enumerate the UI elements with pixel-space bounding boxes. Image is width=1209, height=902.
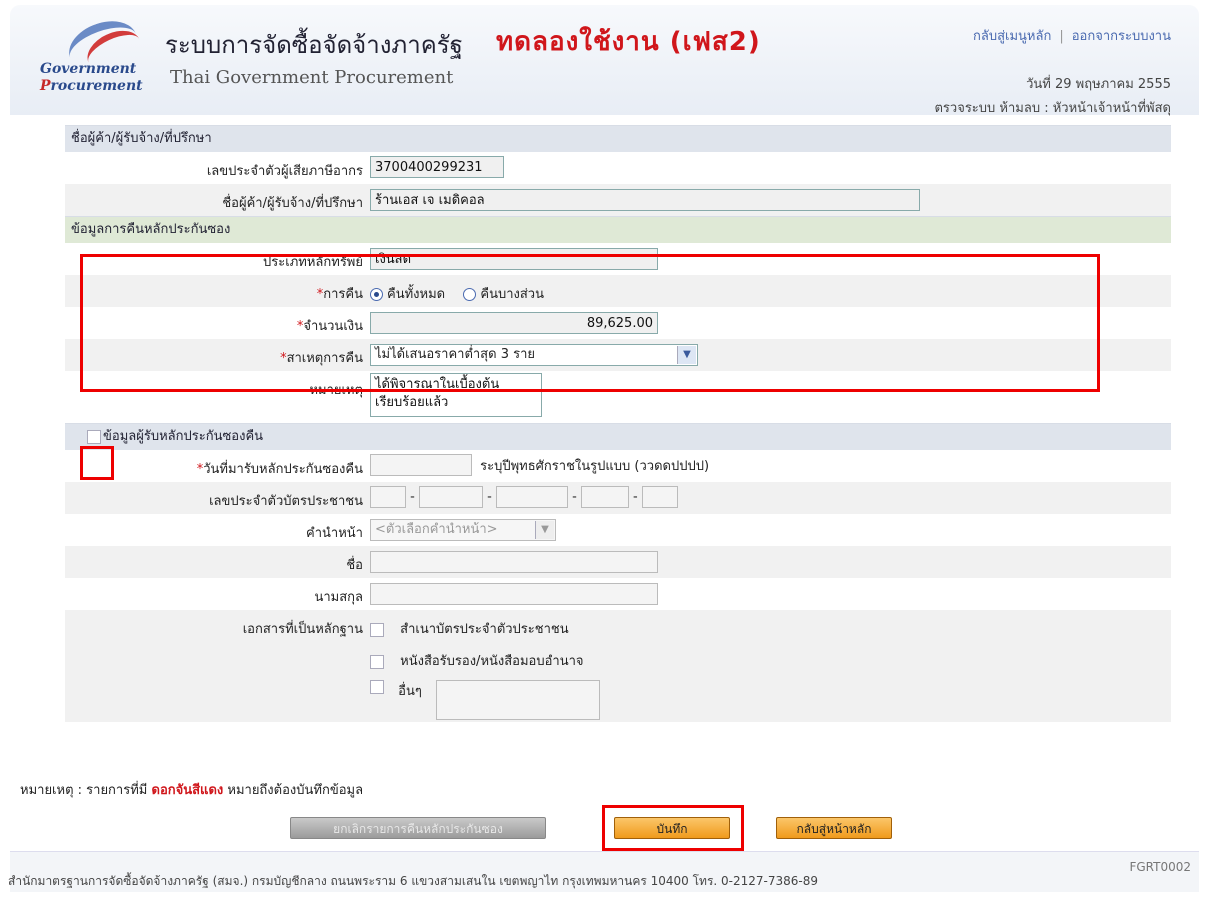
- receive-date-row: *วันที่มารับหลักประกันซองคืน ระบุปีพุทธศ…: [65, 450, 1171, 482]
- section-receiver-label: ข้อมูลผู้รับหลักประกันซองคืน: [103, 429, 264, 444]
- current-date: วันที่ 29 พฤษภาคม 2555: [1026, 77, 1171, 92]
- id-card-part3[interactable]: [495, 486, 568, 508]
- prefix-label: คำนำหน้า: [306, 526, 363, 541]
- vendor-name-row: ชื่อผู้ค้า/ผู้รับจ้าง/ที่ปรึกษา ร้านเอส …: [65, 184, 1171, 216]
- tax-id-label: เลขประจำตัวผู้เสียภาษีอากร: [206, 164, 363, 179]
- receive-date-input[interactable]: [370, 454, 472, 476]
- section-vendor: ชื่อผู้ค้า/ผู้รับจ้าง/ที่ปรึกษา: [65, 125, 1171, 152]
- prefix-select[interactable]: <ตัวเลือกคำนำหน้า> ▼: [370, 519, 556, 541]
- doc-authorization-label: หนังสือรับรอง/หนังสือมอบอำนาจ: [400, 654, 584, 669]
- chevron-down-icon[interactable]: ▼: [535, 521, 554, 539]
- vendor-name-field: ร้านเอส เจ เมดิคอล: [370, 189, 920, 211]
- receiver-section-checkbox[interactable]: [87, 430, 101, 444]
- required-note: หมายเหตุ : รายการที่มี ดอกจันสีแดง หมายถ…: [20, 783, 364, 798]
- header: Government Procurement ระบบการจัดซื้อจัด…: [10, 5, 1199, 116]
- id-card-part4[interactable]: [580, 486, 629, 508]
- page-title-english: Thai Government Procurement: [170, 67, 454, 88]
- section-receiver: ข้อมูลผู้รับหลักประกันซองคืน: [65, 423, 1171, 450]
- highlight-checkbox-box: [80, 446, 114, 480]
- id-card-row: เลขประจำตัวบัตรประชาชน - - - -: [65, 482, 1171, 514]
- first-name-label: ชื่อ: [346, 558, 363, 573]
- first-name-row: ชื่อ: [65, 546, 1171, 578]
- vendor-name-label: ชื่อผู้ค้า/ผู้รับจ้าง/ที่ปรึกษา: [222, 196, 363, 211]
- screen-code: FGRT0002: [1129, 860, 1191, 874]
- section-refund: ข้อมูลการคืนหลักประกันซอง: [65, 216, 1171, 243]
- id-card-part1[interactable]: [370, 486, 406, 508]
- refund-form: ชื่อผู้ค้า/ผู้รับจ้าง/ที่ปรึกษา เลขประจำ…: [65, 125, 1171, 722]
- doc-authorization-checkbox[interactable]: [370, 654, 384, 669]
- doc-id-copy-label: สำเนาบัตรประจำตัวประชาชน: [400, 622, 569, 637]
- footer: สำนักมาตรฐานการจัดซื้อจัดจ้างภาครัฐ (สมจ…: [8, 851, 1199, 892]
- save-button[interactable]: บันทึก: [614, 817, 730, 839]
- prefix-row: คำนำหน้า <ตัวเลือกคำนำหน้า> ▼: [65, 514, 1171, 546]
- top-links: กลับสู่เมนูหลัก | ออกจากระบบงาน: [972, 29, 1171, 44]
- id-card-label: เลขประจำตัวบัตรประชาชน: [209, 494, 363, 509]
- back-to-main-button[interactable]: กลับสู่หน้าหลัก: [776, 817, 892, 839]
- user-info: ตรวจระบบ ห้ามลบ : หัวหน้าเจ้าหน้าที่พัสด…: [934, 101, 1171, 116]
- doc-other-label: อื่นๆ: [398, 684, 422, 699]
- receive-date-label: *วันที่มารับหลักประกันซองคืน: [196, 462, 363, 477]
- logout-link[interactable]: ออกจากระบบงาน: [1072, 29, 1171, 44]
- last-name-label: นามสกุล: [314, 590, 363, 605]
- id-card-part5[interactable]: [641, 486, 678, 508]
- logo-text-procurement: Procurement: [40, 78, 143, 94]
- receive-date-hint: ระบุปีพุทธศักราชในรูปแบบ (ววดดปปปป): [480, 458, 710, 474]
- doc-other-checkbox[interactable]: [370, 680, 384, 694]
- documents-row: เอกสารที่เป็นหลักฐาน สำเนาบัตรประจำตัวปร…: [65, 610, 1171, 642]
- test-mode-title: ทดลองใช้งาน (เฟส2): [496, 27, 761, 57]
- tax-id-field: 3700400299231: [370, 156, 504, 178]
- page: Government Procurement ระบบการจัดซื้อจัด…: [8, 5, 1199, 892]
- first-name-input[interactable]: [370, 551, 658, 573]
- cancel-refund-button[interactable]: ยกเลิกรายการคืนหลักประกันซอง: [290, 817, 546, 839]
- gprocurement-logo: Government Procurement: [28, 12, 168, 103]
- documents-row-3: อื่นๆ: [65, 674, 1171, 722]
- logo-text-government: Government: [40, 61, 137, 77]
- last-name-row: นามสกุล: [65, 578, 1171, 610]
- last-name-input[interactable]: [370, 583, 658, 605]
- documents-label: เอกสารที่เป็นหลักฐาน: [242, 622, 363, 637]
- doc-other-textarea[interactable]: [435, 680, 600, 720]
- id-card-part2[interactable]: [418, 486, 483, 508]
- documents-row-2: หนังสือรับรอง/หนังสือมอบอำนาจ: [65, 642, 1171, 674]
- home-menu-link[interactable]: กลับสู่เมนูหลัก: [973, 29, 1051, 44]
- tax-id-row: เลขประจำตัวผู้เสียภาษีอากร 3700400299231: [65, 152, 1171, 184]
- footer-address: สำนักมาตรฐานการจัดซื้อจัดจ้างภาครัฐ (สมจ…: [8, 874, 819, 888]
- doc-id-copy-checkbox[interactable]: [370, 622, 384, 637]
- highlight-refund-box: [80, 254, 1100, 392]
- page-title-thai: ระบบการจัดซื้อจัดจ้างภาครัฐ: [165, 31, 463, 59]
